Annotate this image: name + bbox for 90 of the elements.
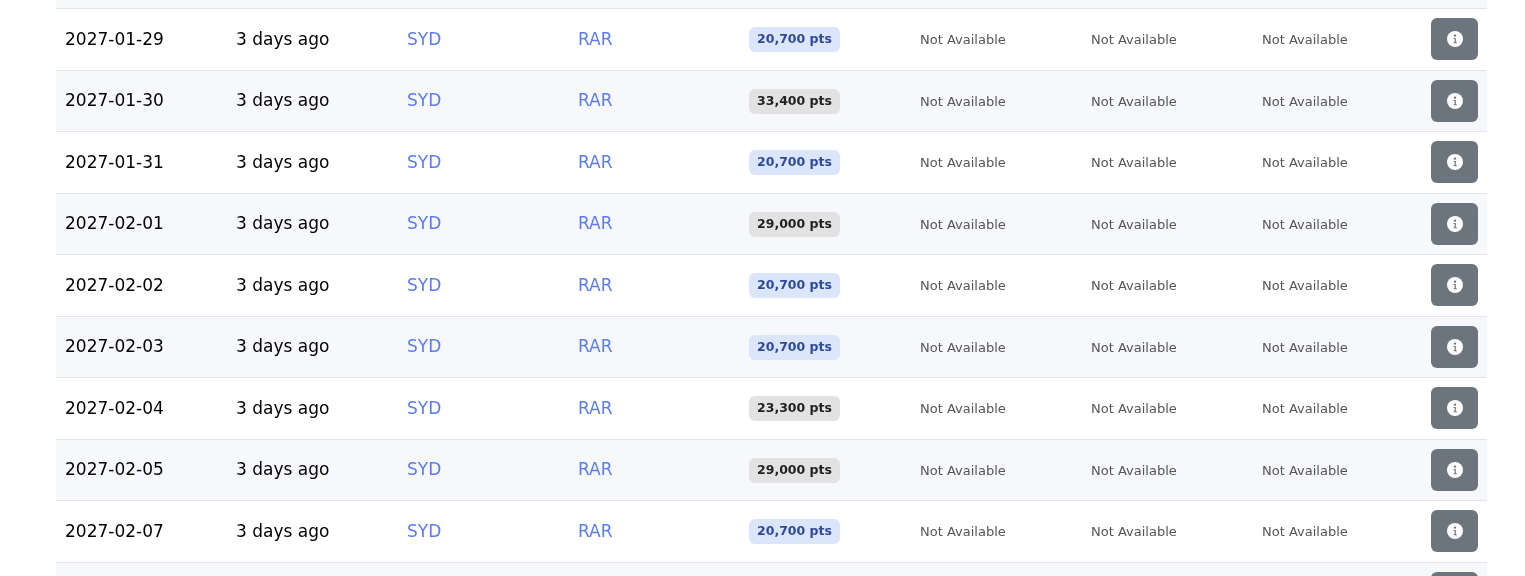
info-icon bbox=[1446, 31, 1463, 48]
age-cell: 3 days ago bbox=[236, 336, 330, 356]
availability-text: Not Available bbox=[920, 462, 1006, 478]
availability-text: Not Available bbox=[1091, 155, 1177, 171]
date-cell: 2027-01-29 bbox=[65, 28, 164, 49]
points-badge: 29,000 pts bbox=[749, 211, 840, 237]
points-badge: 23,300 pts bbox=[749, 396, 840, 422]
availability-text: Not Available bbox=[1262, 93, 1348, 109]
destination-link[interactable]: RAR bbox=[578, 274, 613, 295]
origin-link[interactable]: SYD bbox=[407, 274, 442, 295]
availability-text: Not Available bbox=[1262, 278, 1348, 294]
destination-link[interactable]: RAR bbox=[578, 520, 613, 541]
availability-text: Not Available bbox=[1091, 401, 1177, 417]
destination-link[interactable]: RAR bbox=[578, 213, 613, 233]
destination-link[interactable]: RAR bbox=[578, 151, 613, 172]
info-icon bbox=[1446, 338, 1463, 355]
points-badge: 20,700 pts bbox=[749, 519, 840, 545]
info-icon bbox=[1446, 92, 1463, 109]
age-cell: 3 days ago bbox=[236, 90, 330, 110]
availability-text: Not Available bbox=[920, 278, 1006, 294]
availability-text: Not Available bbox=[1091, 524, 1177, 540]
points-badge: 20,700 pts bbox=[749, 334, 840, 360]
date-cell: 2027-02-01 bbox=[65, 213, 164, 233]
availability-text: Not Available bbox=[1262, 401, 1348, 417]
availability-text: Not Available bbox=[1091, 278, 1177, 294]
destination-link[interactable]: RAR bbox=[578, 336, 613, 356]
origin-link[interactable]: SYD bbox=[407, 213, 442, 233]
info-button[interactable] bbox=[1431, 264, 1478, 307]
destination-link[interactable]: RAR bbox=[578, 397, 613, 418]
destination-link[interactable]: RAR bbox=[578, 90, 613, 110]
destination-link[interactable]: RAR bbox=[578, 28, 613, 49]
info-button[interactable] bbox=[1431, 79, 1478, 122]
availability-text: Not Available bbox=[920, 93, 1006, 109]
availability-text: Not Available bbox=[1262, 524, 1348, 540]
info-button[interactable] bbox=[1431, 387, 1478, 430]
age-cell: 3 days ago bbox=[236, 397, 330, 418]
info-button[interactable] bbox=[1431, 18, 1478, 61]
age-cell: 3 days ago bbox=[236, 213, 330, 233]
date-cell: 2027-01-30 bbox=[65, 90, 164, 110]
availability-text: Not Available bbox=[1262, 339, 1348, 355]
points-badge: 20,700 pts bbox=[749, 27, 840, 53]
availability-text: Not Available bbox=[1262, 216, 1348, 232]
availability-text: Not Available bbox=[920, 216, 1006, 232]
origin-link[interactable]: SYD bbox=[407, 520, 442, 541]
points-badge: 33,400 pts bbox=[749, 88, 840, 114]
origin-link[interactable]: SYD bbox=[407, 397, 442, 418]
info-button[interactable] bbox=[1431, 510, 1478, 553]
date-cell: 2027-01-31 bbox=[65, 151, 164, 172]
points-badge: 20,700 pts bbox=[749, 273, 840, 299]
date-cell: 2027-02-02 bbox=[65, 274, 164, 295]
points-badge: 20,700 pts bbox=[749, 150, 840, 176]
availability-text: Not Available bbox=[920, 32, 1006, 48]
availability-text: Not Available bbox=[1091, 93, 1177, 109]
availability-text: Not Available bbox=[1262, 155, 1348, 171]
availability-text: Not Available bbox=[1091, 339, 1177, 355]
availability-text: Not Available bbox=[920, 401, 1006, 417]
origin-link[interactable]: SYD bbox=[407, 459, 442, 479]
origin-link[interactable]: SYD bbox=[407, 151, 442, 172]
destination-link[interactable]: RAR bbox=[578, 459, 613, 479]
availability-text: Not Available bbox=[920, 524, 1006, 540]
availability-text: Not Available bbox=[920, 155, 1006, 171]
age-cell: 3 days ago bbox=[236, 520, 330, 541]
age-cell: 3 days ago bbox=[236, 459, 330, 479]
points-badge: 29,000 pts bbox=[749, 457, 840, 483]
info-button[interactable] bbox=[1431, 202, 1478, 245]
availability-text: Not Available bbox=[1091, 32, 1177, 48]
info-button[interactable] bbox=[1431, 325, 1478, 368]
date-cell: 2027-02-03 bbox=[65, 336, 164, 356]
info-icon bbox=[1446, 400, 1463, 417]
availability-text: Not Available bbox=[920, 339, 1006, 355]
info-icon bbox=[1446, 523, 1463, 540]
info-icon bbox=[1446, 461, 1463, 478]
info-icon bbox=[1446, 154, 1463, 171]
age-cell: 3 days ago bbox=[236, 274, 330, 295]
origin-link[interactable]: SYD bbox=[407, 28, 442, 49]
info-button[interactable] bbox=[1431, 448, 1478, 491]
info-icon bbox=[1446, 215, 1463, 232]
origin-link[interactable]: SYD bbox=[407, 336, 442, 356]
availability-text: Not Available bbox=[1262, 462, 1348, 478]
availability-text: Not Available bbox=[1262, 32, 1348, 48]
info-button[interactable] bbox=[1431, 141, 1478, 184]
availability-text: Not Available bbox=[1091, 216, 1177, 232]
age-cell: 3 days ago bbox=[236, 151, 330, 172]
date-cell: 2027-02-04 bbox=[65, 397, 164, 418]
date-cell: 2027-02-07 bbox=[65, 520, 164, 541]
info-icon bbox=[1446, 277, 1463, 294]
availability-text: Not Available bbox=[1091, 462, 1177, 478]
origin-link[interactable]: SYD bbox=[407, 90, 442, 110]
age-cell: 3 days ago bbox=[236, 28, 330, 49]
date-cell: 2027-02-05 bbox=[65, 459, 164, 479]
